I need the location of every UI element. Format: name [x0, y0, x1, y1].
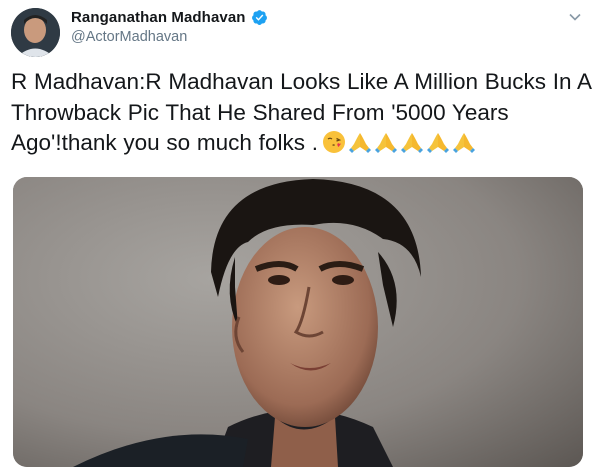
user-handle[interactable]: @ActorMadhavan	[71, 29, 187, 45]
avatar[interactable]	[11, 8, 60, 57]
folded-hands-icon	[374, 130, 398, 154]
tweet-text: R Madhavan:R Madhavan Looks Like A Milli…	[11, 67, 591, 159]
folded-hands-icon	[400, 130, 424, 154]
folded-hands-icon	[426, 130, 450, 154]
tweet-body: R Madhavan:R Madhavan Looks Like A Milli…	[11, 69, 591, 155]
verified-badge-icon	[251, 9, 268, 26]
kiss-emoji-icon	[322, 130, 346, 154]
folded-hands-icon	[348, 130, 372, 154]
tweet-photo[interactable]	[13, 177, 583, 467]
chevron-down-icon[interactable]	[568, 10, 582, 24]
folded-hands-icon	[452, 130, 476, 154]
display-name[interactable]: Ranganathan Madhavan	[71, 9, 246, 26]
author-row: Ranganathan Madhavan	[71, 9, 268, 26]
tweet-card: Ranganathan Madhavan @ActorMadhavan R Ma…	[0, 0, 600, 467]
emoji-row	[322, 130, 476, 154]
